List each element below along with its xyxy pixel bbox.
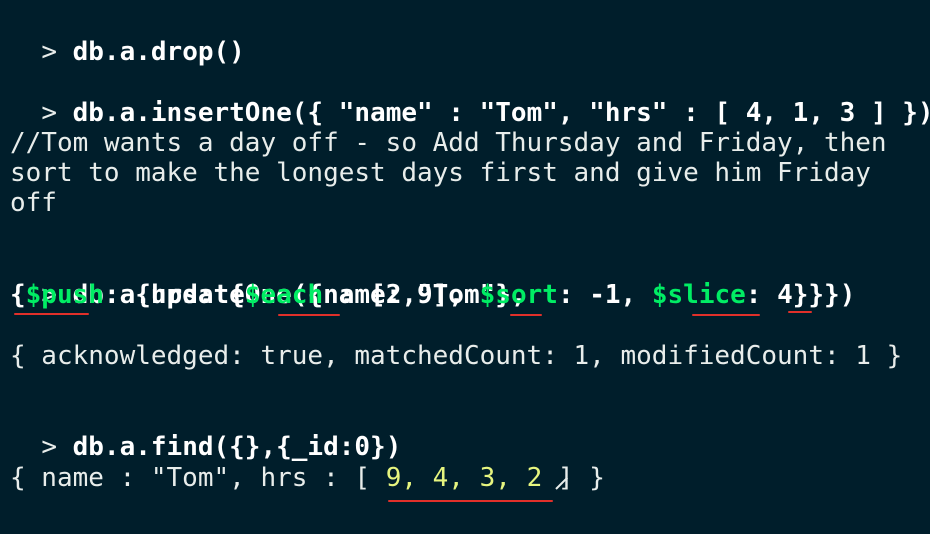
each-underline [278, 314, 340, 316]
update-text-4: : -1, [557, 280, 652, 310]
prompt: > [41, 98, 57, 128]
result-underline [388, 500, 553, 502]
comment-line-2: sort to make the longest days first and … [10, 158, 871, 188]
update-result: { acknowledged: true, matchedCount: 1, m… [10, 341, 903, 371]
drop-command-line: > db.a.drop() [10, 7, 245, 67]
slice-underline [692, 314, 760, 316]
update-text-5: : 4}}}) [745, 280, 856, 310]
push-operator: $push [25, 280, 104, 310]
find-result-values: 9, 4, 3, 2 [385, 463, 543, 493]
slice-operator: $slice [651, 280, 746, 310]
limit-underline [788, 311, 812, 313]
update-command-line-2: {$push: {hrs: {$each : [2,9], $sort: -1,… [10, 280, 855, 310]
find-command: db.a.find({},{_id:0}) [72, 432, 402, 462]
each-operator: $each [244, 280, 324, 310]
update-text-3: : [2,9], [323, 280, 480, 310]
prompt: > [41, 432, 57, 462]
sort-operator: $sort [479, 280, 558, 310]
prompt: > [41, 37, 57, 67]
comment-line-3: off [10, 188, 57, 218]
find-result-line: { name : "Tom", hrs : [ 9, 4, 3, 2 ] } [10, 463, 605, 493]
insert-command-line: > db.a.insertOne({ "name" : "Tom", "hrs"… [10, 68, 930, 128]
find-command-line: > db.a.find({},{_id:0}) [10, 402, 401, 462]
update-brace: { [10, 280, 26, 310]
drop-command: db.a.drop() [72, 37, 245, 67]
find-result-suffix: ] } [542, 463, 605, 493]
comment-line-1: //Tom wants a day off - so Add Thursday … [10, 128, 887, 158]
sort-underline [510, 314, 542, 316]
push-underline [14, 313, 89, 315]
update-text-2: : {hrs: { [103, 280, 245, 310]
find-result-prefix: { name : "Tom", hrs : [ [10, 463, 386, 493]
insert-command: db.a.insertOne({ "name" : "Tom", "hrs" :… [72, 98, 930, 128]
